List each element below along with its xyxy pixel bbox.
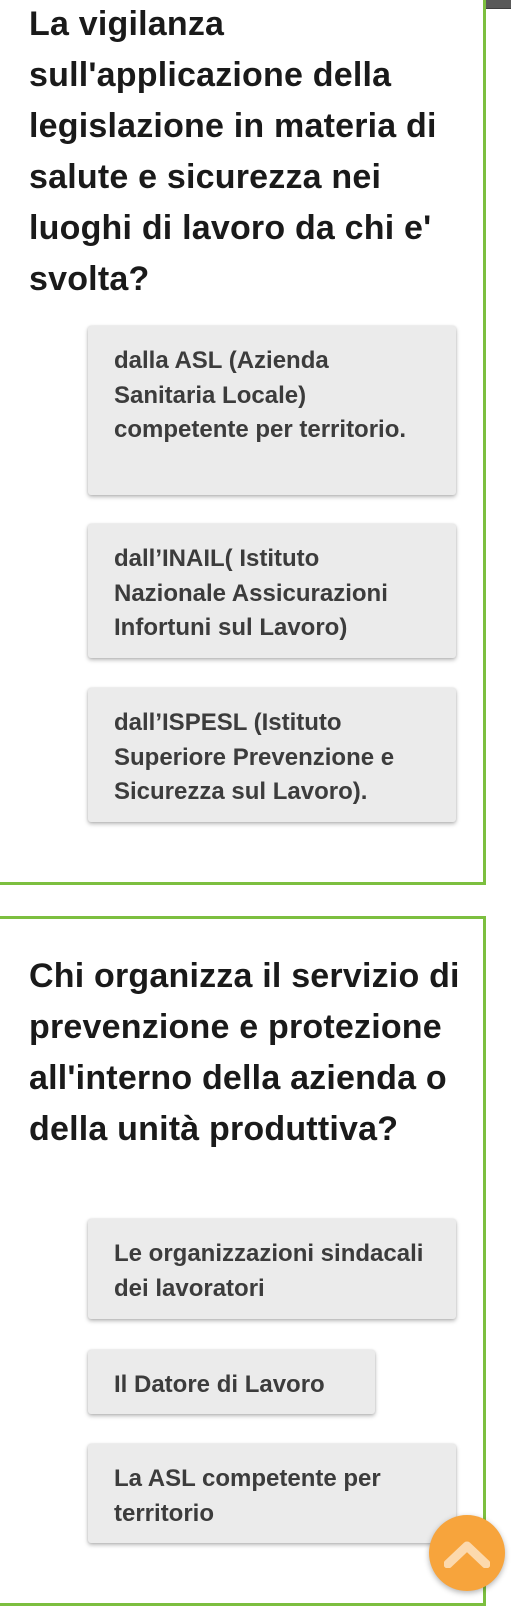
answer-option[interactable]: Il Datore di Lavoro [88,1350,375,1414]
answer-option[interactable]: dalla ASL (Azienda Sanitaria Locale) com… [88,326,456,495]
question-text: La vigilanza sull'applicazione della leg… [29,5,437,298]
answer-option[interactable]: Le organizzazioni sindacali dei lavorato… [88,1219,456,1319]
question-text: Chi organizza il servizio di prevenzione… [29,957,460,1148]
answer-option[interactable]: La ASL competente per territorio [88,1444,456,1543]
chevron-up-icon [444,1541,490,1568]
scroll-to-top-button[interactable] [429,1515,505,1591]
answer-option[interactable]: dall’ISPESL (Istituto Superiore Prevenzi… [88,688,456,822]
answer-option[interactable]: dall’INAIL( Istituto Nazionale Assicuraz… [88,524,456,658]
